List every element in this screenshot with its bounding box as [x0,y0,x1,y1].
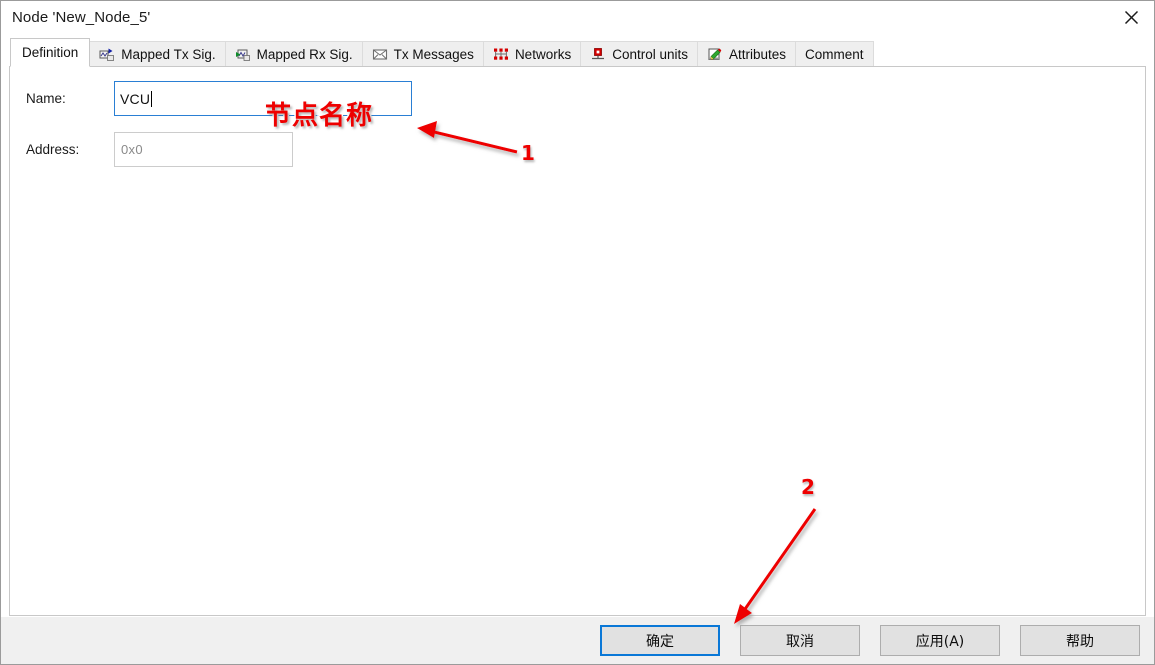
tab-attributes[interactable]: Attributes [697,41,797,67]
tab-networks-label: Networks [514,46,572,62]
tab-tx-messages-label: Tx Messages [393,46,474,62]
page-title: Node 'New_Node_5' [12,9,151,26]
close-icon [1124,10,1139,25]
help-button[interactable]: 帮助 [1020,625,1140,656]
tab-mapped-rx-sig-label: Mapped Rx Sig. [256,46,353,62]
cancel-button[interactable]: 取消 [740,625,860,656]
tab-definition-label: Definition [22,44,79,60]
apply-button-label: 应用(A) [915,633,965,650]
network-tree-icon [493,47,509,62]
dialog-footer: 确定 取消 应用(A) 帮助 [1,616,1154,664]
text-caret [151,90,153,107]
help-button-label: 帮助 [1066,633,1094,650]
tab-comment[interactable]: Comment [795,41,874,67]
envelope-icon [372,47,388,62]
address-form-row: Address: 0x0 [26,132,293,167]
name-input[interactable]: VCU [114,81,412,116]
ok-button-label: 确定 [646,633,674,650]
tab-strip: Definition Mapped Tx Sig. Mapped Rx Sig.… [1,34,1154,67]
address-input[interactable]: 0x0 [114,132,293,167]
tab-networks[interactable]: Networks [482,41,582,67]
tab-mapped-rx-sig[interactable]: Mapped Rx Sig. [224,41,363,67]
tab-definition[interactable]: Definition [10,38,91,67]
pencil-page-icon [707,47,723,62]
control-unit-icon [590,47,606,62]
close-button[interactable] [1108,1,1154,34]
ok-button[interactable]: 确定 [600,625,720,656]
tab-tx-messages[interactable]: Tx Messages [361,41,484,67]
name-form-row: Name: VCU [26,81,412,116]
apply-button[interactable]: 应用(A) [880,625,1000,656]
name-label: Name: [26,91,66,106]
tab-control-units-label: Control units [612,46,688,62]
address-input-value: 0x0 [121,142,143,157]
name-input-value: VCU [120,90,151,107]
tab-mapped-tx-sig[interactable]: Mapped Tx Sig. [89,41,226,67]
tx-signal-icon [99,47,115,62]
tab-comment-label: Comment [805,46,864,62]
rx-signal-icon [235,47,251,62]
definition-panel: Name: VCU Address: 0x0 [9,66,1146,616]
tab-control-units[interactable]: Control units [580,41,698,67]
title-bar: Node 'New_Node_5' [1,1,1154,34]
tab-attributes-label: Attributes [729,46,787,62]
node-properties-dialog: Node 'New_Node_5' Definition Mapped Tx S… [0,0,1155,665]
cancel-button-label: 取消 [786,633,814,650]
tab-mapped-tx-sig-label: Mapped Tx Sig. [121,46,216,62]
address-label: Address: [26,142,80,157]
